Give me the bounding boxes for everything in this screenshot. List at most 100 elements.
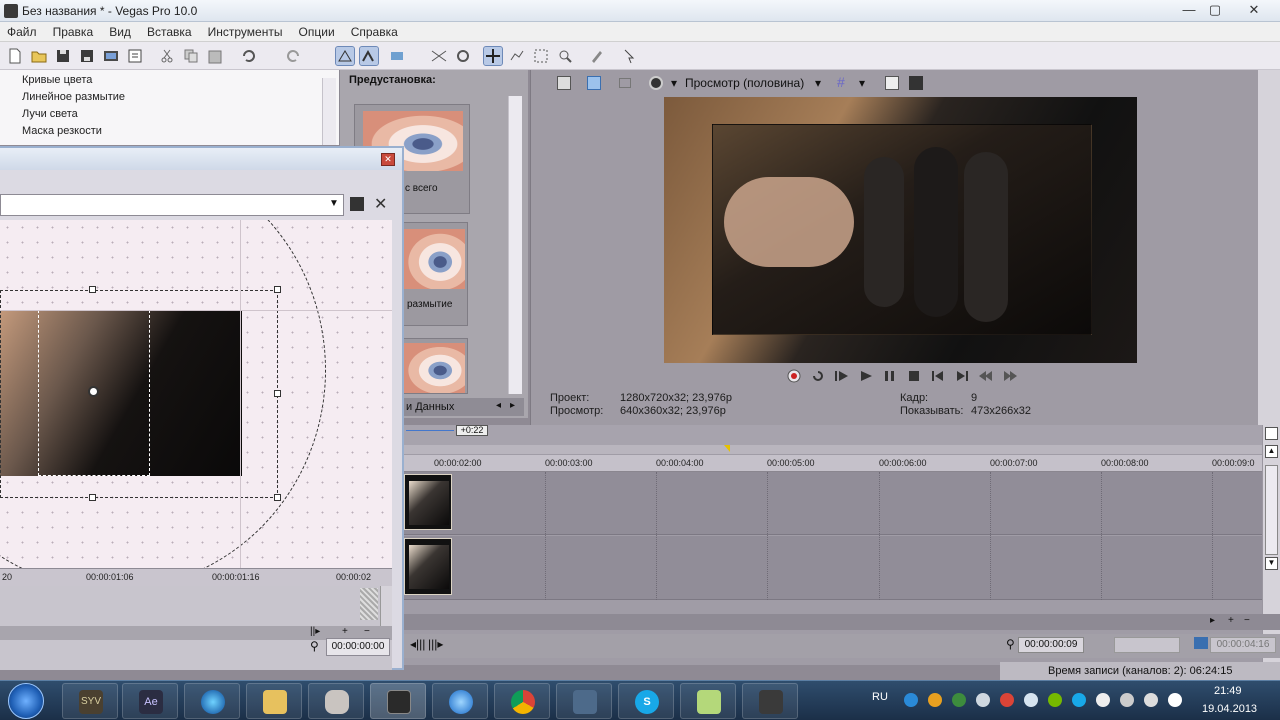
copy-icon[interactable] xyxy=(182,47,200,65)
preset-dropdown-chevron-icon[interactable]: ▼ xyxy=(329,198,339,209)
loop-playback-icon[interactable] xyxy=(810,369,826,383)
selection-start-field[interactable] xyxy=(1114,637,1180,653)
dialog-keyframe-ruler[interactable]: 20 00:00:01:06 00:00:01:16 00:00:02 xyxy=(0,568,392,586)
taskbar-camera-app[interactable] xyxy=(742,683,798,719)
pause-icon[interactable] xyxy=(882,369,898,383)
go-to-end-icon[interactable] xyxy=(954,369,970,383)
taskbar-notes[interactable] xyxy=(680,683,736,719)
snap-icon[interactable] xyxy=(388,47,406,65)
action-center-icon[interactable] xyxy=(1168,693,1182,707)
skype-tray-icon[interactable] xyxy=(1072,693,1086,707)
dialog-scrollbar[interactable] xyxy=(380,586,392,626)
menu-tools[interactable]: Инструменты xyxy=(201,22,289,39)
save-as-icon[interactable] xyxy=(78,47,96,65)
taskbar-media-player[interactable] xyxy=(184,683,240,719)
tab-media-generators[interactable]: и Данных xyxy=(406,401,454,413)
split-screen-icon[interactable] xyxy=(619,78,631,88)
dialog-zoom-out-icon[interactable]: − xyxy=(364,626,370,637)
tray-icon[interactable] xyxy=(904,693,918,707)
tray-icon[interactable] xyxy=(976,693,990,707)
network-icon[interactable] xyxy=(1096,693,1110,707)
menu-edit[interactable]: Правка xyxy=(46,22,100,39)
zoom-out-icon[interactable]: − xyxy=(1244,615,1250,626)
scroll-thumb[interactable] xyxy=(1265,465,1278,555)
cursor-time-field[interactable]: 00:00:00:09 xyxy=(1018,637,1084,653)
zoom-in-icon[interactable]: + xyxy=(1228,615,1234,626)
tray-icon[interactable] xyxy=(1120,693,1134,707)
dialog-time-field[interactable]: 00:00:00:00 xyxy=(326,638,390,656)
save-icon[interactable] xyxy=(54,47,72,65)
play-from-start-icon[interactable] xyxy=(834,369,850,383)
menu-help[interactable]: Справка xyxy=(344,22,404,39)
volume-icon[interactable] xyxy=(1144,693,1158,707)
menu-insert[interactable]: Вставка xyxy=(140,22,198,39)
render-icon[interactable] xyxy=(102,47,120,65)
tray-icon[interactable] xyxy=(952,693,966,707)
taskbar-ie[interactable] xyxy=(432,683,488,719)
nvidia-icon[interactable] xyxy=(1048,693,1062,707)
scroll-up-icon[interactable]: ▲ xyxy=(1265,445,1278,458)
save-preset-icon[interactable] xyxy=(350,197,364,211)
record-icon[interactable] xyxy=(786,369,802,383)
video-track-1[interactable] xyxy=(404,472,1262,535)
tab-scroll-right-icon[interactable]: ▸ xyxy=(510,400,515,411)
copy-snapshot-icon[interactable] xyxy=(885,76,899,90)
loop-icon[interactable] xyxy=(454,47,472,65)
marker-icon[interactable] xyxy=(1265,427,1278,440)
delete-preset-icon[interactable]: ✕ xyxy=(374,194,387,214)
dialog-title-bar[interactable] xyxy=(0,148,402,170)
cut-icon[interactable] xyxy=(158,47,176,65)
taskbar-after-effects[interactable]: Ae xyxy=(122,683,178,719)
timeline-ruler[interactable]: 00:00:02:00 00:00:03:00 00:00:04:00 00:0… xyxy=(404,455,1262,472)
go-to-start-icon[interactable] xyxy=(930,369,946,383)
selection-tool-icon[interactable] xyxy=(532,47,550,65)
fx-item[interactable]: Маска резкости xyxy=(22,125,102,137)
tray-icon[interactable] xyxy=(1000,693,1014,707)
lock-envelopes-icon[interactable] xyxy=(359,46,379,66)
taskbar-app-figure[interactable] xyxy=(308,683,364,719)
help-cursor-icon[interactable] xyxy=(620,47,638,65)
overlays-chevron-icon[interactable]: ▾ xyxy=(859,76,865,90)
undo-icon[interactable] xyxy=(240,47,258,65)
clock-time[interactable]: 21:49 xyxy=(1214,685,1242,697)
dialog-scroll-right-icon[interactable]: ||▸ xyxy=(310,626,320,637)
motion-canvas[interactable] xyxy=(0,220,392,568)
close-button[interactable]: ✕ xyxy=(1234,1,1274,19)
stop-icon[interactable] xyxy=(906,369,922,383)
taskbar-system-tool[interactable] xyxy=(556,683,612,719)
properties-icon[interactable] xyxy=(126,47,144,65)
crossfade-icon[interactable] xyxy=(430,47,448,65)
preview-properties-icon[interactable] xyxy=(557,76,571,90)
menu-options[interactable]: Опции xyxy=(292,22,341,39)
overlays-grid-icon[interactable]: # xyxy=(837,74,845,90)
taskbar-vegas-active[interactable] xyxy=(370,683,426,719)
preview-quality-icon[interactable] xyxy=(649,76,663,90)
maximize-button[interactable]: ▢ xyxy=(1202,1,1228,19)
play-icon[interactable] xyxy=(858,369,874,383)
taskbar-sony-vegas[interactable]: SYV xyxy=(62,683,118,719)
open-icon[interactable] xyxy=(30,47,48,65)
preview-mode-label[interactable]: Просмотр (половина) xyxy=(685,76,804,90)
rewind-icon[interactable]: ◂||| xyxy=(410,637,425,651)
tray-icon[interactable] xyxy=(1024,693,1038,707)
fx-item-selected[interactable]: Лучи света xyxy=(22,108,78,120)
presets-scrollbar[interactable] xyxy=(508,96,522,394)
scroll-down-icon[interactable]: ▼ xyxy=(1265,557,1278,570)
selection-end-field[interactable]: 00:00:04:16 xyxy=(1210,637,1276,653)
fx-item[interactable]: Кривые цвета xyxy=(22,74,92,86)
auto-ripple-icon[interactable] xyxy=(335,46,355,66)
taskbar-chrome[interactable] xyxy=(494,683,550,719)
fx-list-scrollbar[interactable] xyxy=(322,78,336,145)
dialog-close-icon[interactable]: ✕ xyxy=(381,153,395,166)
previous-frame-icon[interactable] xyxy=(978,369,994,383)
envelope-tool-icon[interactable] xyxy=(508,47,526,65)
normal-edit-tool-icon[interactable] xyxy=(483,46,503,66)
minimize-button[interactable]: — xyxy=(1176,1,1202,19)
video-track-2[interactable] xyxy=(404,536,1262,600)
brush-icon[interactable] xyxy=(588,47,606,65)
dialog-zoom-in-icon[interactable]: + xyxy=(342,626,348,637)
menu-file[interactable]: Файл xyxy=(0,22,43,39)
scroll-right-icon[interactable]: ▸ xyxy=(1210,615,1215,626)
fx-item[interactable]: Линейное размытие xyxy=(22,91,125,103)
video-clip[interactable] xyxy=(404,474,452,530)
